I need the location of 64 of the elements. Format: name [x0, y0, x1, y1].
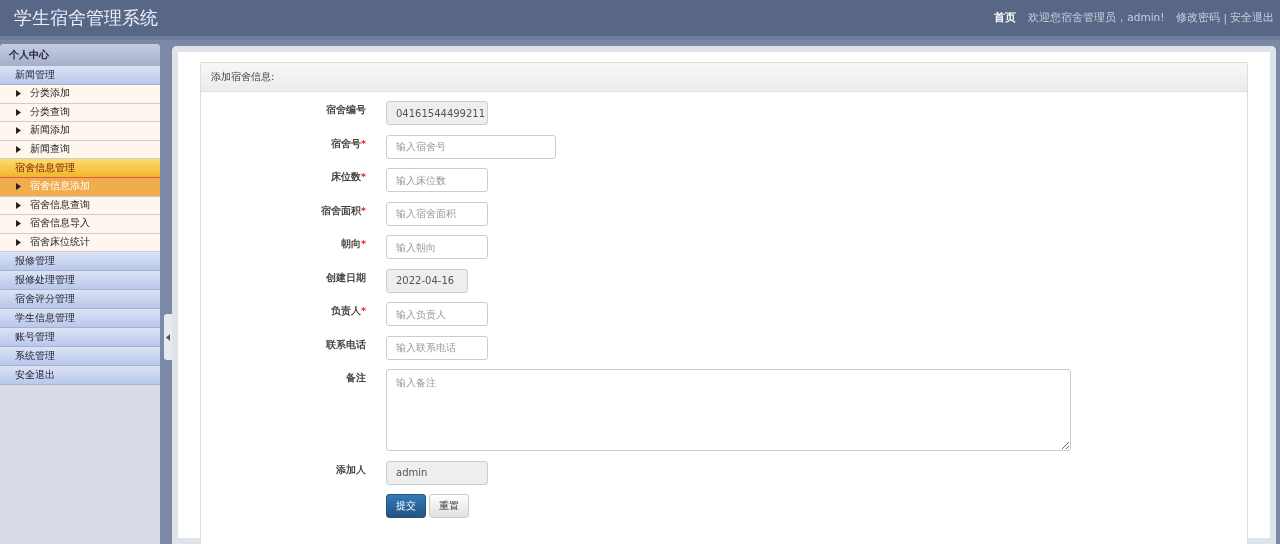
sidebar-group[interactable]: 报修处理管理	[0, 271, 160, 290]
field-label: 负责人*	[331, 305, 366, 316]
sidebar-item[interactable]: 分类添加	[0, 85, 160, 104]
sidebar-group[interactable]: 安全退出	[0, 366, 160, 385]
triangle-icon	[16, 145, 21, 153]
sidebar-group[interactable]: 宿舍评分管理	[0, 290, 160, 309]
field-label: 床位数*	[331, 171, 366, 182]
sidebar-item-label: 宿舍信息添加	[30, 180, 90, 194]
input-field[interactable]: 输入床位数	[386, 168, 488, 192]
sidebar-item-label: 宿舍信息导入	[30, 217, 90, 231]
sidebar-item-label: 分类添加	[30, 87, 70, 101]
required-mark: *	[361, 238, 366, 249]
separator-text: |	[1223, 12, 1227, 24]
sidebar-item-label: 宿舍信息查询	[30, 198, 90, 212]
readonly-field[interactable]: 04161544499211	[386, 101, 488, 125]
form-title: 添加宿舍信息:	[211, 71, 275, 82]
input-field[interactable]: 输入联系电话	[386, 335, 488, 360]
sidebar-group[interactable]: 账号管理	[0, 328, 160, 347]
required-mark: *	[361, 171, 366, 182]
sidebar-item-label: 分类查询	[30, 105, 70, 119]
sidebar-item-label: 宿舍床位统计	[30, 235, 90, 249]
sidebar-group[interactable]: 报修管理	[0, 252, 160, 271]
triangle-icon	[16, 108, 21, 116]
home-link[interactable]: 首页	[994, 11, 1017, 25]
app-title: 学生宿舍管理系统	[14, 6, 158, 30]
triangle-icon	[16, 238, 21, 246]
required-mark: *	[361, 137, 366, 149]
welcome-text: 欢迎您宿舍管理员，admin!	[1028, 11, 1165, 25]
reset-button[interactable]: 重置	[429, 494, 469, 518]
input-field[interactable]: 输入负责人	[386, 302, 488, 326]
triangle-icon	[16, 90, 21, 98]
field-label: 宿舍编号	[326, 104, 366, 115]
readonly-field[interactable]: 2022-04-16	[386, 268, 468, 293]
logout-link[interactable]: 安全退出	[1230, 11, 1274, 25]
sidebar-item[interactable]: 宿舍信息导入	[0, 215, 160, 234]
collapse-handle[interactable]	[164, 314, 172, 360]
sidebar-group[interactable]: 宿舍信息管理	[0, 159, 160, 178]
input-field[interactable]: 输入朝向	[386, 235, 488, 259]
sidebar-item-label: 新闻查询	[30, 142, 70, 156]
readonly-field[interactable]: admin	[386, 460, 488, 485]
field-label: 朝向*	[341, 238, 366, 249]
triangle-icon	[16, 127, 21, 135]
triangle-icon	[16, 183, 21, 191]
sidebar-group[interactable]: 学生信息管理	[0, 309, 160, 328]
sidebar-item-label: 新闻添加	[30, 124, 70, 138]
required-mark: *	[361, 305, 366, 316]
input-field[interactable]: 输入宿舍号	[386, 134, 556, 159]
sidebar-group[interactable]: 新闻管理	[0, 66, 160, 85]
textarea-field[interactable]: 输入备注	[386, 369, 1071, 451]
sidebar-title: 个人中心	[0, 44, 160, 66]
triangle-icon	[16, 220, 21, 228]
triangle-icon	[16, 201, 21, 209]
field-label: 添加人	[336, 463, 366, 475]
sidebar-item[interactable]: 新闻添加	[0, 122, 160, 141]
field-label: 备注	[346, 372, 366, 383]
input-field[interactable]: 输入宿舍面积	[386, 201, 488, 226]
submit-button[interactable]: 提交	[386, 494, 426, 518]
change-password-link[interactable]: 修改密码	[1176, 11, 1221, 25]
sidebar-group[interactable]: 系统管理	[0, 347, 160, 366]
field-label: 联系电话	[326, 338, 366, 350]
field-label: 宿舍面积*	[321, 204, 366, 216]
field-label: 宿舍号*	[331, 137, 366, 149]
field-label: 创建日期	[326, 271, 366, 283]
required-mark: *	[361, 204, 366, 216]
